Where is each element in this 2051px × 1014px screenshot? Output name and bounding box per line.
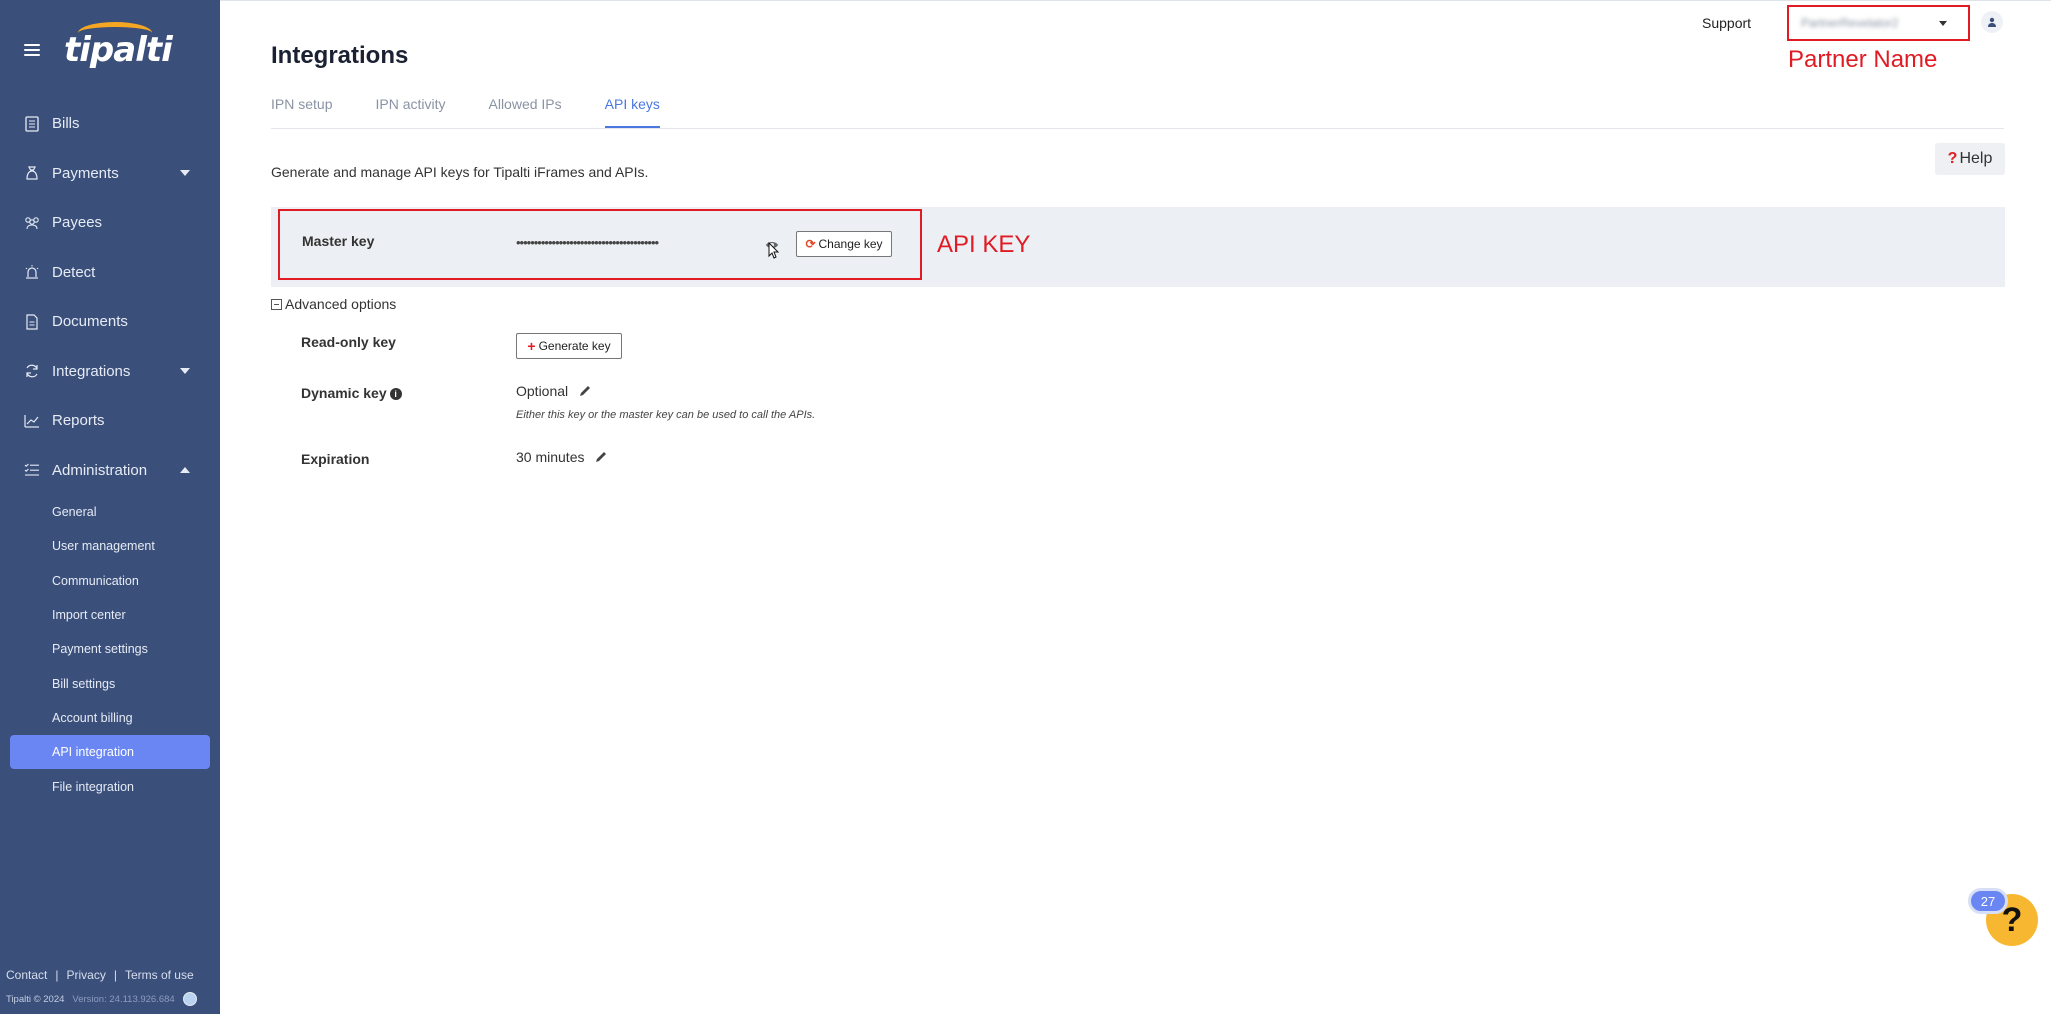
expiration-value-row: 30 minutes: [516, 449, 608, 465]
sidebar-item-label: Payees: [52, 214, 103, 232]
tab-bar: IPN setup IPN activity Allowed IPs API k…: [271, 96, 703, 128]
sidebar-item-label: Bills: [52, 115, 80, 133]
mouse-cursor-icon: [768, 241, 780, 265]
dynamic-key-label: Dynamic key: [301, 385, 387, 401]
dynamic-key-label-row: Dynamic key i: [301, 385, 402, 401]
subnav-item-general[interactable]: General: [10, 495, 210, 529]
partner-name: PartnerRevelator2: [1801, 16, 1899, 30]
expiration-label: Expiration: [301, 451, 370, 467]
api-key-annotation: API KEY: [937, 231, 1031, 258]
top-border: [220, 0, 2051, 5]
collapse-minus-icon: [271, 298, 282, 310]
change-key-label: Change key: [818, 237, 883, 251]
dynamic-key-hint: Either this key or the master key can be…: [516, 409, 816, 421]
sidebar-item-label: Integrations: [52, 362, 131, 380]
sidebar-item-label: Payments: [52, 164, 119, 182]
bill-icon: [24, 116, 40, 132]
sidebar-item-payments[interactable]: Payments: [0, 149, 220, 199]
integrations-icon: [24, 363, 40, 379]
tab-allowed-ips[interactable]: Allowed IPs: [489, 96, 562, 128]
privacy-link[interactable]: Privacy: [66, 968, 105, 982]
sidebar-item-payees[interactable]: Payees: [0, 198, 220, 248]
edit-pencil-icon[interactable]: [594, 450, 608, 464]
read-only-key-label: Read-only key: [301, 334, 396, 350]
subnav-item-api-integration[interactable]: API integration: [10, 735, 210, 770]
advanced-options-label: Advanced options: [285, 296, 397, 312]
sidebar-item-reports[interactable]: Reports: [0, 396, 220, 446]
contact-link[interactable]: Contact: [6, 968, 47, 982]
master-key-label: Master key: [302, 233, 375, 249]
chevron-down-icon: [180, 170, 190, 177]
sidebar-item-label: Documents: [52, 313, 128, 331]
sidebar: tipalti Bills Payments Payees Detect Doc…: [0, 0, 220, 1014]
dynamic-key-value-row: Optional: [516, 383, 592, 399]
sidebar-item-detect[interactable]: Detect: [0, 248, 220, 298]
subnav-item-import-center[interactable]: Import center: [10, 598, 210, 632]
advanced-options-toggle[interactable]: Advanced options: [271, 296, 396, 312]
sidebar-nav: Bills Payments Payees Detect Documents I…: [0, 99, 220, 804]
page-title: Integrations: [271, 42, 409, 69]
subnav-item-bill-settings[interactable]: Bill settings: [10, 666, 210, 700]
help-button[interactable]: ? Help: [1935, 143, 2005, 175]
tab-ipn-setup[interactable]: IPN setup: [271, 96, 332, 128]
generate-key-label: Generate key: [538, 339, 611, 353]
master-key-value: ••••••••••••••••••••••••••••••••••••••••: [516, 235, 659, 250]
payments-icon: [24, 165, 40, 181]
user-avatar-icon[interactable]: [1981, 11, 2003, 33]
dynamic-key-value: Optional: [516, 383, 569, 399]
globe-icon[interactable]: [182, 992, 197, 1006]
info-icon[interactable]: i: [389, 388, 402, 401]
caret-down-icon: [1939, 21, 1947, 26]
administration-icon: [24, 462, 40, 478]
terms-of-use-link[interactable]: Terms of use: [125, 968, 194, 982]
tipalti-logo[interactable]: tipalti: [64, 22, 173, 70]
version-text: Version: 24.113.926.684: [72, 993, 175, 1005]
page-description: Generate and manage API keys for Tipalti…: [271, 164, 649, 180]
detect-icon: [24, 264, 40, 280]
partner-name-annotation: Partner Name: [1788, 46, 1938, 73]
subnav-item-file-integration[interactable]: File integration: [10, 769, 210, 803]
help-label: Help: [1959, 150, 1993, 167]
sidebar-header: tipalti: [24, 22, 173, 70]
subnav-item-payment-settings[interactable]: Payment settings: [10, 632, 210, 666]
generate-key-button[interactable]: + Generate key: [516, 333, 622, 359]
chevron-down-icon: [180, 368, 190, 375]
edit-pencil-icon[interactable]: [578, 384, 592, 398]
copyright-text: Tipalti © 2024: [6, 993, 65, 1005]
question-icon: ?: [1947, 150, 1958, 167]
subnav-item-communication[interactable]: Communication: [10, 564, 210, 598]
support-link[interactable]: Support: [1702, 15, 1751, 31]
chevron-up-icon: [180, 467, 190, 474]
sidebar-item-label: Detect: [52, 263, 96, 281]
change-key-button[interactable]: ⟳ Change key: [796, 231, 892, 257]
document-icon: [24, 314, 40, 330]
sidebar-item-administration[interactable]: Administration: [0, 446, 220, 496]
sidebar-item-bills[interactable]: Bills: [0, 99, 220, 149]
tab-api-keys[interactable]: API keys: [604, 96, 660, 128]
notification-badge: 27: [1968, 888, 2008, 914]
payees-icon: [24, 215, 40, 231]
sidebar-item-label: Administration: [52, 461, 148, 479]
partner-dropdown[interactable]: PartnerRevelator2: [1787, 5, 1970, 41]
sidebar-footer-links: Contact | Privacy | Terms of use: [6, 968, 194, 982]
sidebar-item-label: Reports: [52, 412, 105, 430]
refresh-icon: ⟳: [805, 237, 816, 251]
administration-subnav: General User management Communication Im…: [0, 495, 220, 804]
subnav-item-account-billing[interactable]: Account billing: [10, 701, 210, 735]
expiration-value: 30 minutes: [516, 449, 585, 465]
sidebar-copyright: Tipalti © 2024 Version: 24.113.926.684: [6, 992, 197, 1006]
plus-icon: +: [527, 338, 536, 354]
sidebar-item-documents[interactable]: Documents: [0, 297, 220, 347]
tabs-divider: [271, 128, 2004, 129]
subnav-item-user-management[interactable]: User management: [10, 529, 210, 563]
reports-icon: [24, 413, 40, 429]
hamburger-menu-icon[interactable]: [24, 44, 40, 56]
tab-ipn-activity[interactable]: IPN activity: [375, 96, 445, 128]
sidebar-item-integrations[interactable]: Integrations: [0, 347, 220, 397]
